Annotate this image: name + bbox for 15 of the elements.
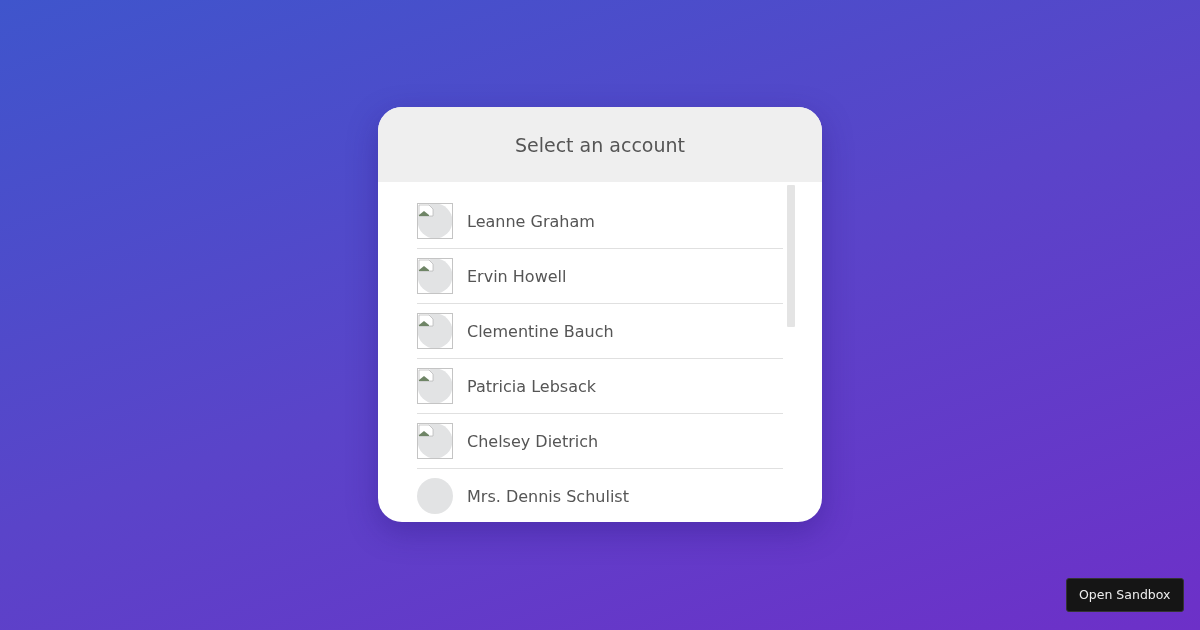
account-item[interactable]: Leanne Graham <box>417 194 783 249</box>
account-item[interactable]: Ervin Howell <box>417 249 783 304</box>
broken-image-icon <box>417 423 453 459</box>
scrollbar[interactable] <box>787 185 795 327</box>
open-sandbox-button[interactable]: Open Sandbox <box>1066 578 1184 612</box>
broken-image-icon <box>417 368 453 404</box>
account-item[interactable]: Patricia Lebsack <box>417 359 783 414</box>
account-item[interactable]: Mrs. Dennis Schulist <box>417 469 783 522</box>
broken-image-icon <box>417 313 453 349</box>
broken-image-icon <box>417 203 453 239</box>
avatar <box>417 478 453 514</box>
account-item[interactable]: Clementine Bauch <box>417 304 783 359</box>
account-item[interactable]: Chelsey Dietrich <box>417 414 783 469</box>
dialog-title: Select an account <box>514 133 686 156</box>
broken-image-icon <box>417 258 453 294</box>
